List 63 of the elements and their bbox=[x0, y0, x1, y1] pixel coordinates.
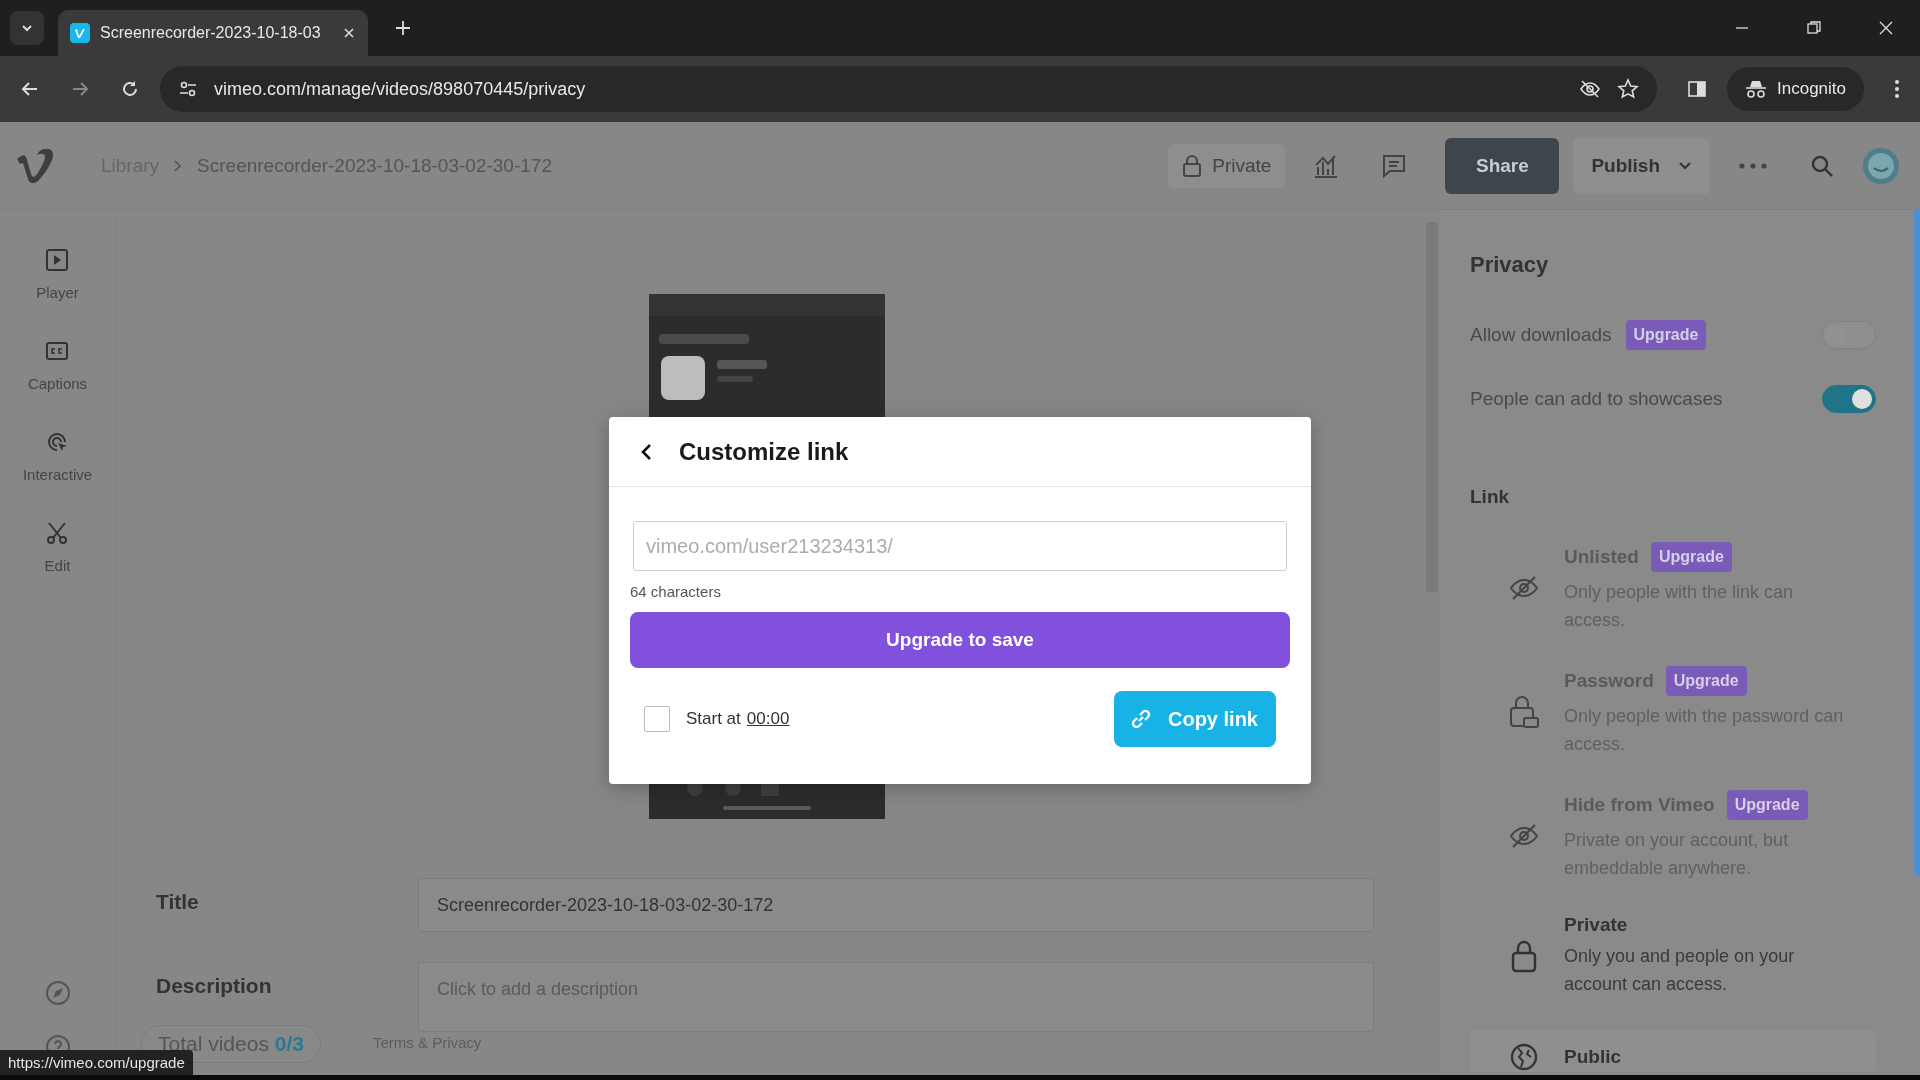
lock-icon bbox=[1510, 939, 1538, 973]
link-heading: Link bbox=[1470, 486, 1511, 508]
sidebar-item[interactable]: Player bbox=[22, 248, 93, 301]
start-at-label: Start at bbox=[686, 709, 741, 729]
start-at-checkbox[interactable] bbox=[644, 706, 670, 732]
incognito-icon bbox=[1745, 79, 1767, 99]
copy-link-button[interactable]: Copy link bbox=[1114, 691, 1276, 747]
close-icon[interactable] bbox=[1878, 20, 1894, 36]
dialog-title: Customize link bbox=[679, 437, 849, 466]
sidebar-item[interactable]: Interactive bbox=[22, 430, 93, 483]
option-description: Only you and people on your account can access. bbox=[1564, 945, 1796, 996]
eye-off-icon[interactable] bbox=[1579, 78, 1601, 100]
play-icon bbox=[45, 248, 70, 272]
start-time-link[interactable]: 00:00 bbox=[746, 709, 790, 729]
globe-icon bbox=[1509, 1042, 1539, 1072]
captions-icon bbox=[45, 339, 70, 363]
chevron-down-icon bbox=[1678, 160, 1692, 171]
vimeo-favicon-icon bbox=[70, 23, 90, 43]
tab-search-button[interactable] bbox=[10, 11, 44, 45]
search-icon[interactable] bbox=[1810, 153, 1834, 178]
reload-icon[interactable] bbox=[120, 79, 140, 99]
upgrade-badge[interactable]: Upgrade bbox=[1650, 542, 1732, 572]
sidebar-item[interactable]: Captions bbox=[22, 339, 93, 392]
eye-off-icon bbox=[1508, 822, 1540, 850]
site-settings-icon[interactable] bbox=[178, 79, 198, 99]
private-button[interactable]: Private bbox=[1168, 143, 1286, 188]
chevron-right-icon bbox=[173, 158, 184, 173]
comment-icon[interactable] bbox=[1381, 152, 1408, 179]
option-title: Private bbox=[1564, 914, 1628, 936]
eye-off-icon bbox=[1508, 574, 1540, 602]
setting-label: People can add to showcases bbox=[1470, 388, 1723, 410]
link-option[interactable]: Public bbox=[1470, 1030, 1876, 1072]
upgrade-to-save-button[interactable]: Upgrade to save bbox=[630, 612, 1290, 668]
share-button[interactable]: Share bbox=[1445, 137, 1560, 194]
sidebar-item[interactable]: Edit bbox=[22, 521, 93, 574]
upgrade-badge[interactable]: Upgrade bbox=[1665, 666, 1747, 696]
restore-icon[interactable] bbox=[1806, 20, 1822, 36]
more-icon[interactable] bbox=[1894, 79, 1900, 99]
publish-button[interactable]: Publish bbox=[1573, 137, 1710, 194]
browser-tab[interactable]: Screenrecorder-2023-10-18-03 bbox=[58, 10, 368, 56]
setting-label: Allow downloads bbox=[1470, 324, 1612, 346]
incognito-button[interactable]: Incognito bbox=[1727, 67, 1864, 111]
scissors-icon bbox=[45, 521, 70, 545]
option-title: Public bbox=[1564, 1046, 1621, 1068]
custom-url-field[interactable]: vimeo.com/user213234313/ bbox=[633, 521, 1287, 571]
back-icon[interactable] bbox=[639, 441, 653, 462]
side-panel-icon[interactable] bbox=[1687, 79, 1707, 99]
star-icon[interactable] bbox=[1617, 78, 1639, 100]
toggle-switch[interactable] bbox=[1822, 385, 1876, 413]
close-icon[interactable] bbox=[342, 26, 356, 40]
title-label: Title bbox=[156, 889, 200, 914]
privacy-heading: Privacy bbox=[1470, 252, 1550, 278]
lock-icon bbox=[1508, 694, 1540, 730]
link-option[interactable]: Private Only you and people on your account can access. bbox=[1470, 914, 1876, 998]
upgrade-badge[interactable]: Upgrade bbox=[1625, 320, 1707, 350]
url-text: vimeo.com/manage/videos/898070445/privacy bbox=[214, 78, 586, 100]
address-bar[interactable]: vimeo.com/manage/videos/898070445/privacy bbox=[160, 66, 1657, 112]
new-tab-icon[interactable] bbox=[394, 19, 412, 37]
upgrade-badge[interactable]: Upgrade bbox=[1726, 790, 1808, 820]
description-label: Description bbox=[156, 973, 273, 998]
title-input[interactable]: Screenrecorder-2023-10-18-03-02-30-172 bbox=[418, 878, 1374, 932]
lock-icon bbox=[1182, 153, 1203, 178]
character-count: 64 characters bbox=[630, 583, 722, 600]
